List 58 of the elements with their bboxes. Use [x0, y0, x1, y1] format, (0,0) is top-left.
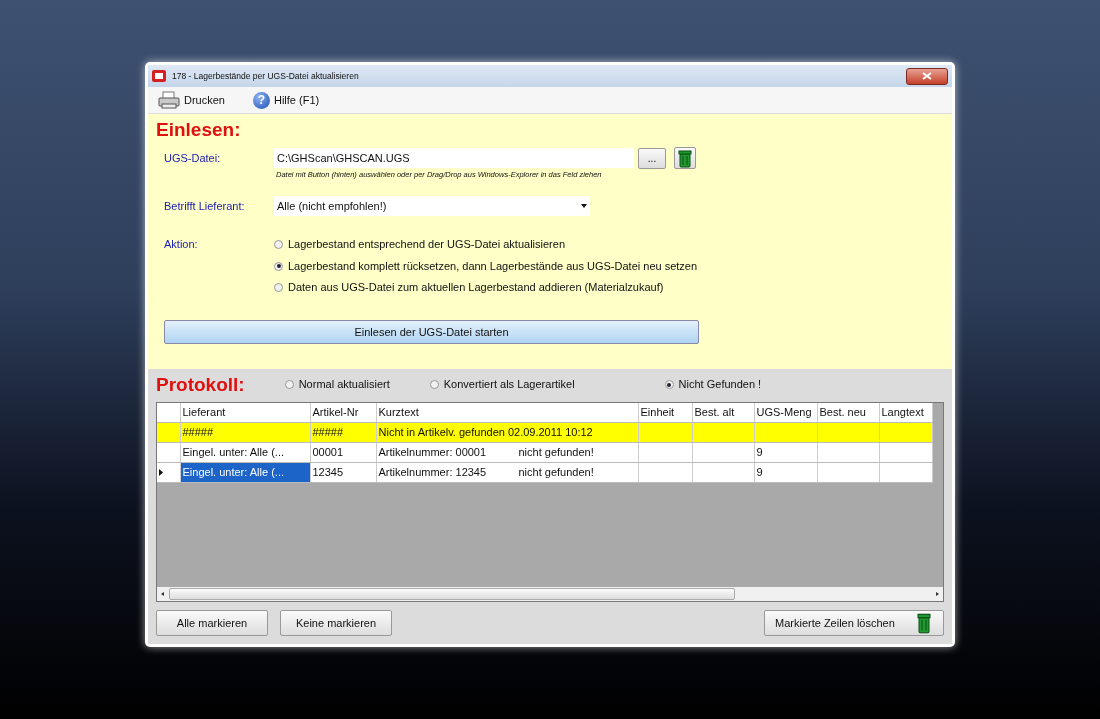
field-label: UGS-Datei: [164, 150, 222, 166]
table-cell-text: Eingel. unter: Alle (... [181, 444, 285, 460]
radio-button[interactable] [664, 380, 674, 389]
table-cell-text: Artikelnummer: 12345 [378, 464, 488, 480]
radio-option[interactable]: Lagerbestand komplett rücksetzen, dann Lagerbestände aus UGS-Datei neu setzen [274, 257, 698, 275]
row-pointer-icon [159, 469, 163, 477]
table-cell-text: ##### [181, 424, 215, 440]
section-heading: Einlesen: [156, 120, 242, 139]
radio-button[interactable] [274, 261, 283, 271]
mark-button[interactable]: Alle markieren [156, 610, 268, 636]
section-heading: Protokoll: [156, 375, 245, 394]
app-icon [152, 70, 166, 82]
column-header[interactable]: Best. neu [817, 403, 879, 422]
radio-option[interactable]: Normal aktualisiert [284, 376, 390, 393]
radio-button[interactable] [284, 380, 294, 389]
delete-rows-button[interactable]: Markierte Zeilen löschen [764, 610, 944, 636]
trash-icon [915, 612, 933, 634]
radio-option[interactable]: Konvertiert als Lagerartikel [429, 376, 575, 393]
field-label: Betrifft Lieferant: [164, 199, 246, 214]
table-cell: Nicht in Artikelv. gefunden 02.09.2011 10:12 [378, 425, 593, 438]
radio-option[interactable]: Lagerbestand entsprechend der UGS-Datei aktualisieren [274, 236, 698, 253]
horizontal-scrollbar[interactable] [157, 587, 943, 601]
close-button[interactable] [906, 67, 948, 85]
browse-button[interactable]: ... [638, 147, 666, 169]
column-header[interactable]: Best. alt [692, 403, 754, 422]
table-cell: 9 [754, 442, 817, 462]
table-cell: nicht gefunden! [518, 465, 594, 478]
close-icon [922, 72, 932, 80]
clear-button[interactable] [674, 147, 696, 169]
column-header[interactable]: Lieferant [180, 403, 310, 422]
trash-icon [676, 148, 694, 168]
window-title: 178 - Lagerbestände per UGS-Datei aktualisieren [172, 69, 359, 83]
help-button[interactable]: ? Hilfe (F1) [252, 91, 320, 109]
column-header[interactable]: UGS-Meng [754, 403, 817, 422]
radio-option[interactable]: Nicht Gefunden ! [664, 376, 762, 393]
column-header[interactable]: Einheit [638, 403, 692, 422]
mark-button[interactable]: Keine markieren [280, 610, 392, 636]
field-label: Aktion: [164, 237, 199, 253]
radio-button[interactable] [429, 380, 439, 389]
column-header[interactable]: Kurztext [376, 403, 638, 422]
start-import-button[interactable]: Einlesen der UGS-Datei starten [164, 319, 699, 344]
radio-option[interactable]: Daten aus UGS-Datei zum aktuellen Lagerbestand addieren (Materialzukauf) [274, 279, 698, 296]
table-cell: 9 [754, 462, 817, 482]
table-cell: nicht gefunden! [518, 445, 594, 458]
help-icon: ? [252, 91, 270, 109]
column-header[interactable]: Langtext [879, 403, 932, 422]
supplier-dropdown[interactable]: Alle (nicht empfohlen!) [274, 196, 590, 217]
file-path-field[interactable]: C:\GHScan\GHSCAN.UGS [274, 148, 634, 168]
print-button[interactable]: Drucken [158, 91, 225, 109]
table-cell: 12345 [310, 462, 376, 482]
table-cell: 00001 [310, 442, 376, 462]
radio-button[interactable] [274, 240, 283, 249]
table-cell-text: Artikelnummer: 00001 [378, 444, 488, 460]
printer-icon [158, 91, 180, 109]
radio-button[interactable] [274, 283, 283, 292]
caret-icon [581, 204, 587, 209]
column-header[interactable]: Artikel-Nr [310, 403, 376, 422]
scrollbar-thumb[interactable] [169, 588, 735, 600]
